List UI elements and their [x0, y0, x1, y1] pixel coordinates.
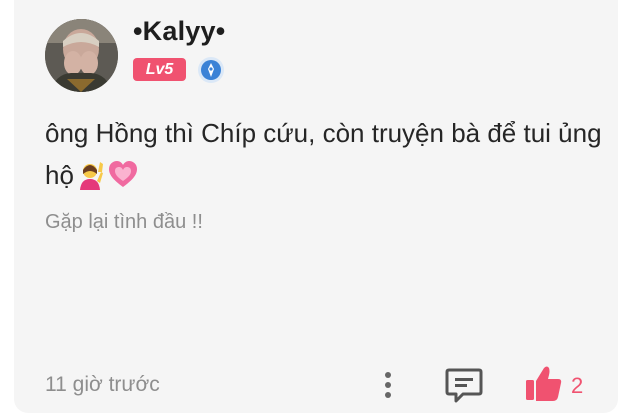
like-count: 2	[571, 373, 584, 398]
person-raising-hand-emoji	[79, 162, 103, 190]
avatar-image	[45, 19, 118, 92]
verified-badge-icon	[198, 57, 224, 83]
growing-heart-emoji	[108, 161, 137, 187]
level-badge: Lv5	[133, 58, 186, 81]
avatar[interactable]	[45, 19, 118, 92]
timestamp: 11 giờ trước	[45, 373, 160, 396]
username[interactable]: •Kalyy•	[133, 16, 225, 47]
vertical-dots-icon[interactable]	[380, 370, 396, 402]
comment-bubble-icon[interactable]	[444, 365, 484, 405]
comment-text: ông Hồng thì Chíp cứu, còn truyện bà để …	[45, 112, 605, 196]
chapter-title[interactable]: Gặp lại tình đầu !!	[45, 211, 203, 234]
thumbs-up-icon[interactable]	[524, 364, 564, 404]
